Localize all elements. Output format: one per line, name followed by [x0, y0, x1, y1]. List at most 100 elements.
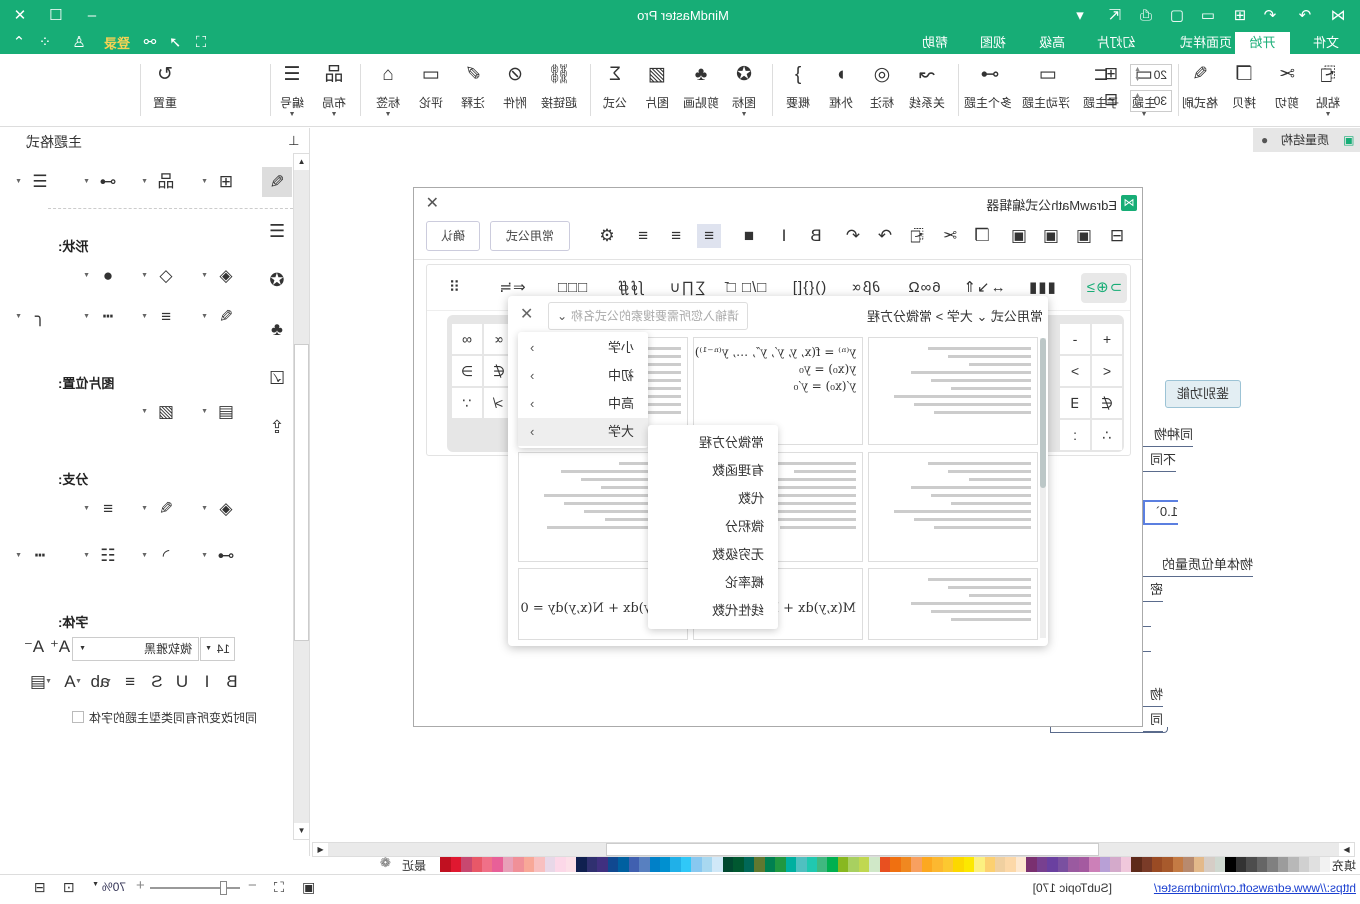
color-swatch[interactable]	[649, 857, 660, 872]
document-tab[interactable]: ▣ 质量结构 ●	[1253, 128, 1360, 152]
tab-1[interactable]: 开始	[1235, 32, 1290, 54]
dropdown-icon[interactable]: ▼	[83, 505, 90, 512]
print-icon[interactable]: ⎙	[1135, 6, 1157, 26]
shrink-font-icon[interactable]: A⁻	[21, 635, 47, 659]
color-swatch[interactable]	[932, 857, 943, 872]
level-item[interactable]: 高中 ›	[518, 390, 648, 418]
dropdown-icon[interactable]: ▼	[92, 881, 99, 888]
image-top-icon[interactable]: ▨	[153, 400, 179, 424]
scrollbar-thumb[interactable]	[606, 843, 1099, 856]
fit-width-icon[interactable]: ⊟	[34, 879, 46, 896]
color-swatch[interactable]	[618, 857, 629, 872]
symbol-key[interactable]: ∉	[1092, 388, 1122, 418]
color-swatch[interactable]	[471, 857, 483, 872]
presentation-icon[interactable]: ▣	[302, 879, 315, 896]
topic-node[interactable]: 物体单位质量的	[1143, 555, 1253, 577]
breadcrumb-category[interactable]: 常微分方程	[867, 309, 932, 324]
website-link[interactable]: https://www.edrawsoft.cn/mindmaster/	[1128, 881, 1356, 895]
symbol-key[interactable]: ∴	[1092, 420, 1122, 450]
confirm-button[interactable]: 确认	[426, 221, 480, 251]
branch-dash-icon[interactable]: ┅	[27, 544, 53, 568]
minimize-icon[interactable]: –	[81, 6, 103, 26]
paste-icon[interactable]: ⎗	[905, 224, 929, 248]
cut-icon[interactable]: ✂	[938, 224, 962, 248]
frame-icon[interactable]: ⊟	[1105, 224, 1129, 248]
branch-color-icon[interactable]: ✎	[153, 497, 179, 521]
color-swatch[interactable]	[461, 857, 472, 872]
symbol-key[interactable]: ∃	[1060, 388, 1090, 418]
color-swatch[interactable]	[639, 857, 650, 872]
collapse-icon[interactable]: ⌃	[8, 33, 30, 53]
color-swatch[interactable]	[722, 857, 734, 872]
color-swatch[interactable]	[837, 857, 849, 872]
close-icon[interactable]: ✕	[423, 193, 439, 213]
ribbon-relationship-button[interactable]: ↝ 关系线	[905, 62, 949, 122]
border-color-icon[interactable]: ✎	[213, 305, 239, 329]
italic-icon[interactable]: I	[194, 670, 220, 694]
scroll-right-icon[interactable]: ▶	[1339, 843, 1354, 856]
ribbon-floating-topic-button[interactable]: ▭ 浮动主题	[1022, 62, 1070, 122]
color-swatch[interactable]	[607, 857, 619, 872]
vertical-spacing-input[interactable]: 30 ▲ ▼	[1130, 90, 1172, 112]
category-item[interactable]: 常微分方程	[648, 429, 778, 457]
color-swatch[interactable]	[911, 857, 922, 872]
symbol-key[interactable]: +	[1092, 324, 1122, 354]
branch-weight-icon[interactable]: ≡	[95, 497, 121, 521]
color-swatch[interactable]	[1214, 857, 1226, 872]
dropdown-icon[interactable]: ▼	[201, 272, 208, 279]
ribbon-callout-button[interactable]: ◎ 标注	[860, 62, 904, 122]
maximize-icon[interactable]: ☐	[45, 6, 67, 26]
spinner-arrows[interactable]: ▲ ▼	[1134, 91, 1141, 111]
level-item[interactable]: 初中 ›	[518, 362, 648, 390]
color-swatch[interactable]	[775, 857, 786, 872]
settings-icon[interactable]: ⚙	[595, 224, 619, 248]
scroll-down-icon[interactable]: ▼	[294, 823, 309, 839]
select-icon[interactable]: ➚	[164, 33, 186, 53]
ribbon-reset-button[interactable]: ↻ 重置	[143, 62, 187, 122]
task-icon[interactable]: ☑	[262, 363, 292, 393]
color-swatch[interactable]	[513, 857, 524, 872]
pin-icon[interactable]: ⊥	[288, 133, 299, 149]
dropdown-icon[interactable]: ▼	[141, 178, 148, 185]
category-item[interactable]: 概率论	[648, 569, 778, 597]
dropdown-icon[interactable]: ▼	[201, 408, 208, 415]
branch-connector-icon[interactable]: ⊶	[213, 544, 239, 568]
export-icon[interactable]: ⇪	[262, 412, 292, 442]
ribbon-multiple-topics-button[interactable]: ⊶ 多个主题	[964, 62, 1012, 122]
color-swatch[interactable]	[597, 857, 608, 872]
color-swatch[interactable]	[544, 857, 556, 872]
symbol-group[interactable]: ⠿	[444, 273, 464, 303]
horizontal-scrollbar[interactable]: ◀ ▶	[312, 842, 1355, 857]
dropdown-icon[interactable]: ▼	[141, 552, 148, 559]
color-swatch[interactable]	[1204, 857, 1215, 872]
dropdown-icon[interactable]: ▼	[201, 178, 208, 185]
color-swatch[interactable]	[1078, 857, 1090, 872]
list-icon[interactable]: ☰	[262, 216, 292, 246]
dropdown-icon[interactable]: ▼	[141, 505, 148, 512]
color-swatch[interactable]	[1246, 857, 1257, 872]
scrollbar[interactable]	[1040, 338, 1046, 638]
dropdown-icon[interactable]: ▼	[83, 552, 90, 559]
tab-6[interactable]: 帮助	[920, 32, 950, 54]
ribbon-layout-button[interactable]: 品布局 ▼	[312, 62, 356, 122]
color-swatch[interactable]	[670, 857, 681, 872]
numbering-icon[interactable]: ☰	[27, 170, 53, 194]
color-swatch[interactable]	[879, 857, 891, 872]
color-swatch[interactable]	[1319, 857, 1330, 872]
arrow-style-icon[interactable]: ☷	[95, 544, 121, 568]
color-swatch[interactable]	[1225, 857, 1236, 872]
color-swatch[interactable]	[827, 857, 838, 872]
color-swatch[interactable]	[523, 857, 535, 872]
shape-icon[interactable]: ◇	[153, 264, 179, 288]
scroll-up-icon[interactable]: ▲	[294, 154, 309, 170]
color-swatch[interactable]	[1288, 857, 1299, 872]
category-item[interactable]: 无穷级数	[648, 541, 778, 569]
color-swatch[interactable]	[1235, 857, 1247, 872]
color-swatch[interactable]	[942, 857, 954, 872]
color-swatch[interactable]	[586, 857, 598, 872]
align-right-icon[interactable]: ≡	[697, 224, 721, 248]
clipart-icon[interactable]: ♣	[262, 314, 292, 344]
color-swatch[interactable]	[743, 857, 755, 872]
more-icon[interactable]: ▾	[1069, 6, 1091, 26]
color-swatch[interactable]	[680, 857, 692, 872]
